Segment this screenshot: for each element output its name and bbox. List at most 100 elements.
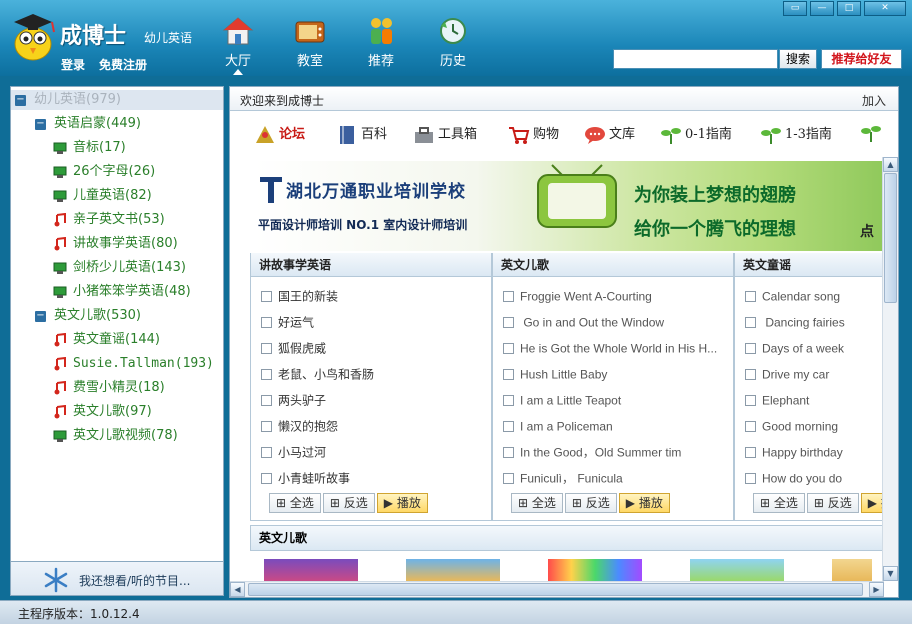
checkbox[interactable] bbox=[261, 447, 272, 458]
list-item[interactable]: 狐假虎威 bbox=[251, 335, 491, 361]
checkbox[interactable] bbox=[745, 421, 756, 432]
vertical-scrollbar[interactable]: ▲ ▼ bbox=[882, 157, 898, 581]
minimize-button[interactable]: — bbox=[810, 1, 834, 16]
list-item[interactable]: 好运气 bbox=[251, 309, 491, 335]
tree-item[interactable]: Susie.Tallman(193) bbox=[53, 354, 214, 374]
tree-item[interactable]: 剑桥少儿英语(143) bbox=[53, 258, 186, 278]
tree-group-enlightenment[interactable]: − 英语启蒙(449) bbox=[35, 114, 141, 134]
checkbox[interactable] bbox=[745, 317, 756, 328]
list-item[interactable]: 小青蛙听故事 bbox=[251, 465, 491, 491]
scroll-thumb[interactable] bbox=[884, 173, 897, 303]
checkbox[interactable] bbox=[261, 473, 272, 484]
collapse-icon[interactable]: − bbox=[35, 310, 46, 322]
invert-selection-button[interactable]: ⊞ 反选 bbox=[564, 493, 617, 513]
list-item[interactable]: Good morning bbox=[735, 413, 885, 439]
list-item[interactable]: Days of a week bbox=[735, 335, 885, 361]
checkbox[interactable] bbox=[503, 369, 514, 380]
tree-item[interactable]: 英文儿歌视频(78) bbox=[53, 426, 178, 446]
close-button[interactable]: ✕ bbox=[864, 1, 906, 16]
scroll-thumb[interactable] bbox=[248, 583, 863, 596]
checkbox[interactable] bbox=[745, 343, 756, 354]
tree-item[interactable]: 亲子英文书(53) bbox=[53, 210, 165, 230]
list-item[interactable]: Drive my car bbox=[735, 361, 885, 387]
list-item[interactable]: Calendar song bbox=[735, 283, 885, 309]
checkbox[interactable] bbox=[261, 395, 272, 406]
ad-banner[interactable]: 湖北万通职业培训学校 平面设计师培训 NO.1 室内设计师培训 为你装上梦想的翅… bbox=[254, 161, 889, 251]
checkbox[interactable] bbox=[745, 395, 756, 406]
checkbox[interactable] bbox=[261, 369, 272, 380]
select-all-button[interactable]: ⊞ 全选 bbox=[269, 493, 321, 513]
checkbox[interactable] bbox=[503, 447, 514, 458]
quicklink-more[interactable] bbox=[860, 123, 885, 143]
checkbox[interactable] bbox=[745, 369, 756, 380]
search-input[interactable] bbox=[613, 49, 778, 69]
list-item[interactable]: Hush Little Baby bbox=[493, 361, 733, 387]
list-item[interactable]: 懒汉的抱怨 bbox=[251, 413, 491, 439]
list-item[interactable]: Happy birthday bbox=[735, 439, 885, 465]
scroll-down-icon[interactable]: ▼ bbox=[883, 566, 898, 581]
tree-item[interactable]: 儿童英语(82) bbox=[53, 186, 152, 206]
tree-group-songs[interactable]: − 英文儿歌(530) bbox=[35, 306, 141, 326]
quicklink-shopping[interactable]: 购物 bbox=[508, 123, 559, 145]
play-button[interactable]: ▶ 播放 bbox=[618, 493, 670, 513]
restore-small-button[interactable]: ▭ bbox=[783, 1, 807, 16]
list-item[interactable]: I am a Policeman bbox=[493, 413, 733, 439]
tree-item[interactable]: 费雪小精灵(18) bbox=[53, 378, 165, 398]
tree-item[interactable]: 英文儿歌(97) bbox=[53, 402, 152, 422]
video-thumbnail[interactable] bbox=[406, 559, 500, 581]
list-item[interactable]: Funiculì， Funicula bbox=[493, 465, 733, 491]
video-thumbnail[interactable] bbox=[264, 559, 358, 581]
list-item[interactable]: Elephant bbox=[735, 387, 885, 413]
list-item[interactable]: Dancing fairies bbox=[735, 309, 885, 335]
invert-selection-button[interactable]: ⊞ 反选 bbox=[322, 493, 375, 513]
tree-item[interactable]: 讲故事学英语(80) bbox=[53, 234, 178, 254]
collapse-icon[interactable]: − bbox=[35, 118, 46, 130]
checkbox[interactable] bbox=[745, 473, 756, 484]
checkbox[interactable] bbox=[261, 317, 272, 328]
search-button[interactable]: 搜索 bbox=[779, 49, 817, 69]
collapse-icon[interactable]: − bbox=[15, 94, 26, 106]
list-item[interactable]: Go in and Out the Window bbox=[493, 309, 733, 335]
play-button[interactable]: ▶ 播放 bbox=[376, 493, 428, 513]
quicklink-library[interactable]: 文库 bbox=[584, 123, 635, 145]
register-link[interactable]: 免费注册 bbox=[99, 56, 147, 73]
checkbox[interactable] bbox=[503, 473, 514, 484]
video-thumbnail[interactable] bbox=[690, 559, 784, 581]
nav-history-button[interactable]: 历史 bbox=[425, 16, 481, 69]
checkbox[interactable] bbox=[261, 421, 272, 432]
quicklink-forum[interactable]: 论坛 bbox=[254, 123, 305, 145]
list-item[interactable]: 老鼠、小鸟和香肠 bbox=[251, 361, 491, 387]
horizontal-scrollbar[interactable]: ◀ ▶ bbox=[230, 581, 884, 597]
select-all-button[interactable]: ⊞ 全选 bbox=[511, 493, 563, 513]
select-all-button[interactable]: ⊞ 全选 bbox=[753, 493, 805, 513]
checkbox[interactable] bbox=[503, 317, 514, 328]
list-item[interactable]: 两头驴子 bbox=[251, 387, 491, 413]
checkbox[interactable] bbox=[503, 395, 514, 406]
list-item[interactable]: How do you do bbox=[735, 465, 885, 491]
tree-item[interactable]: 小猪笨笨学英语(48) bbox=[53, 282, 191, 302]
nav-recommend-button[interactable]: 推荐 bbox=[353, 16, 409, 69]
checkbox[interactable] bbox=[261, 291, 272, 302]
scroll-left-icon[interactable]: ◀ bbox=[230, 582, 245, 597]
checkbox[interactable] bbox=[503, 291, 514, 302]
request-program-link[interactable]: 我还想看/听的节目... bbox=[79, 572, 191, 589]
checkbox[interactable] bbox=[745, 447, 756, 458]
list-item[interactable]: I am a Little Teapot bbox=[493, 387, 733, 413]
list-item[interactable]: 国王的新装 bbox=[251, 283, 491, 309]
video-thumbnail[interactable] bbox=[832, 559, 872, 581]
checkbox[interactable] bbox=[503, 421, 514, 432]
maximize-button[interactable]: □ bbox=[837, 1, 861, 16]
list-item[interactable]: He is Got the Whole World in His H... bbox=[493, 335, 733, 361]
list-item[interactable]: 小马过河 bbox=[251, 439, 491, 465]
tree-item[interactable]: 26个字母(26) bbox=[53, 162, 155, 182]
quicklink-guide-1-3[interactable]: 1-3指南 bbox=[760, 123, 832, 145]
list-item[interactable]: Froggie Went A-Courting bbox=[493, 283, 733, 309]
checkbox[interactable] bbox=[261, 343, 272, 354]
invert-selection-button[interactable]: ⊞ 反选 bbox=[806, 493, 859, 513]
nav-hall-button[interactable]: 大厅 bbox=[210, 16, 266, 69]
checkbox[interactable] bbox=[745, 291, 756, 302]
welcome-tab[interactable]: 欢迎来到成博士 bbox=[240, 92, 324, 109]
add-favorite-link[interactable]: 加入 bbox=[862, 92, 886, 109]
nav-classroom-button[interactable]: 教室 bbox=[282, 16, 338, 69]
scroll-up-icon[interactable]: ▲ bbox=[883, 157, 898, 172]
